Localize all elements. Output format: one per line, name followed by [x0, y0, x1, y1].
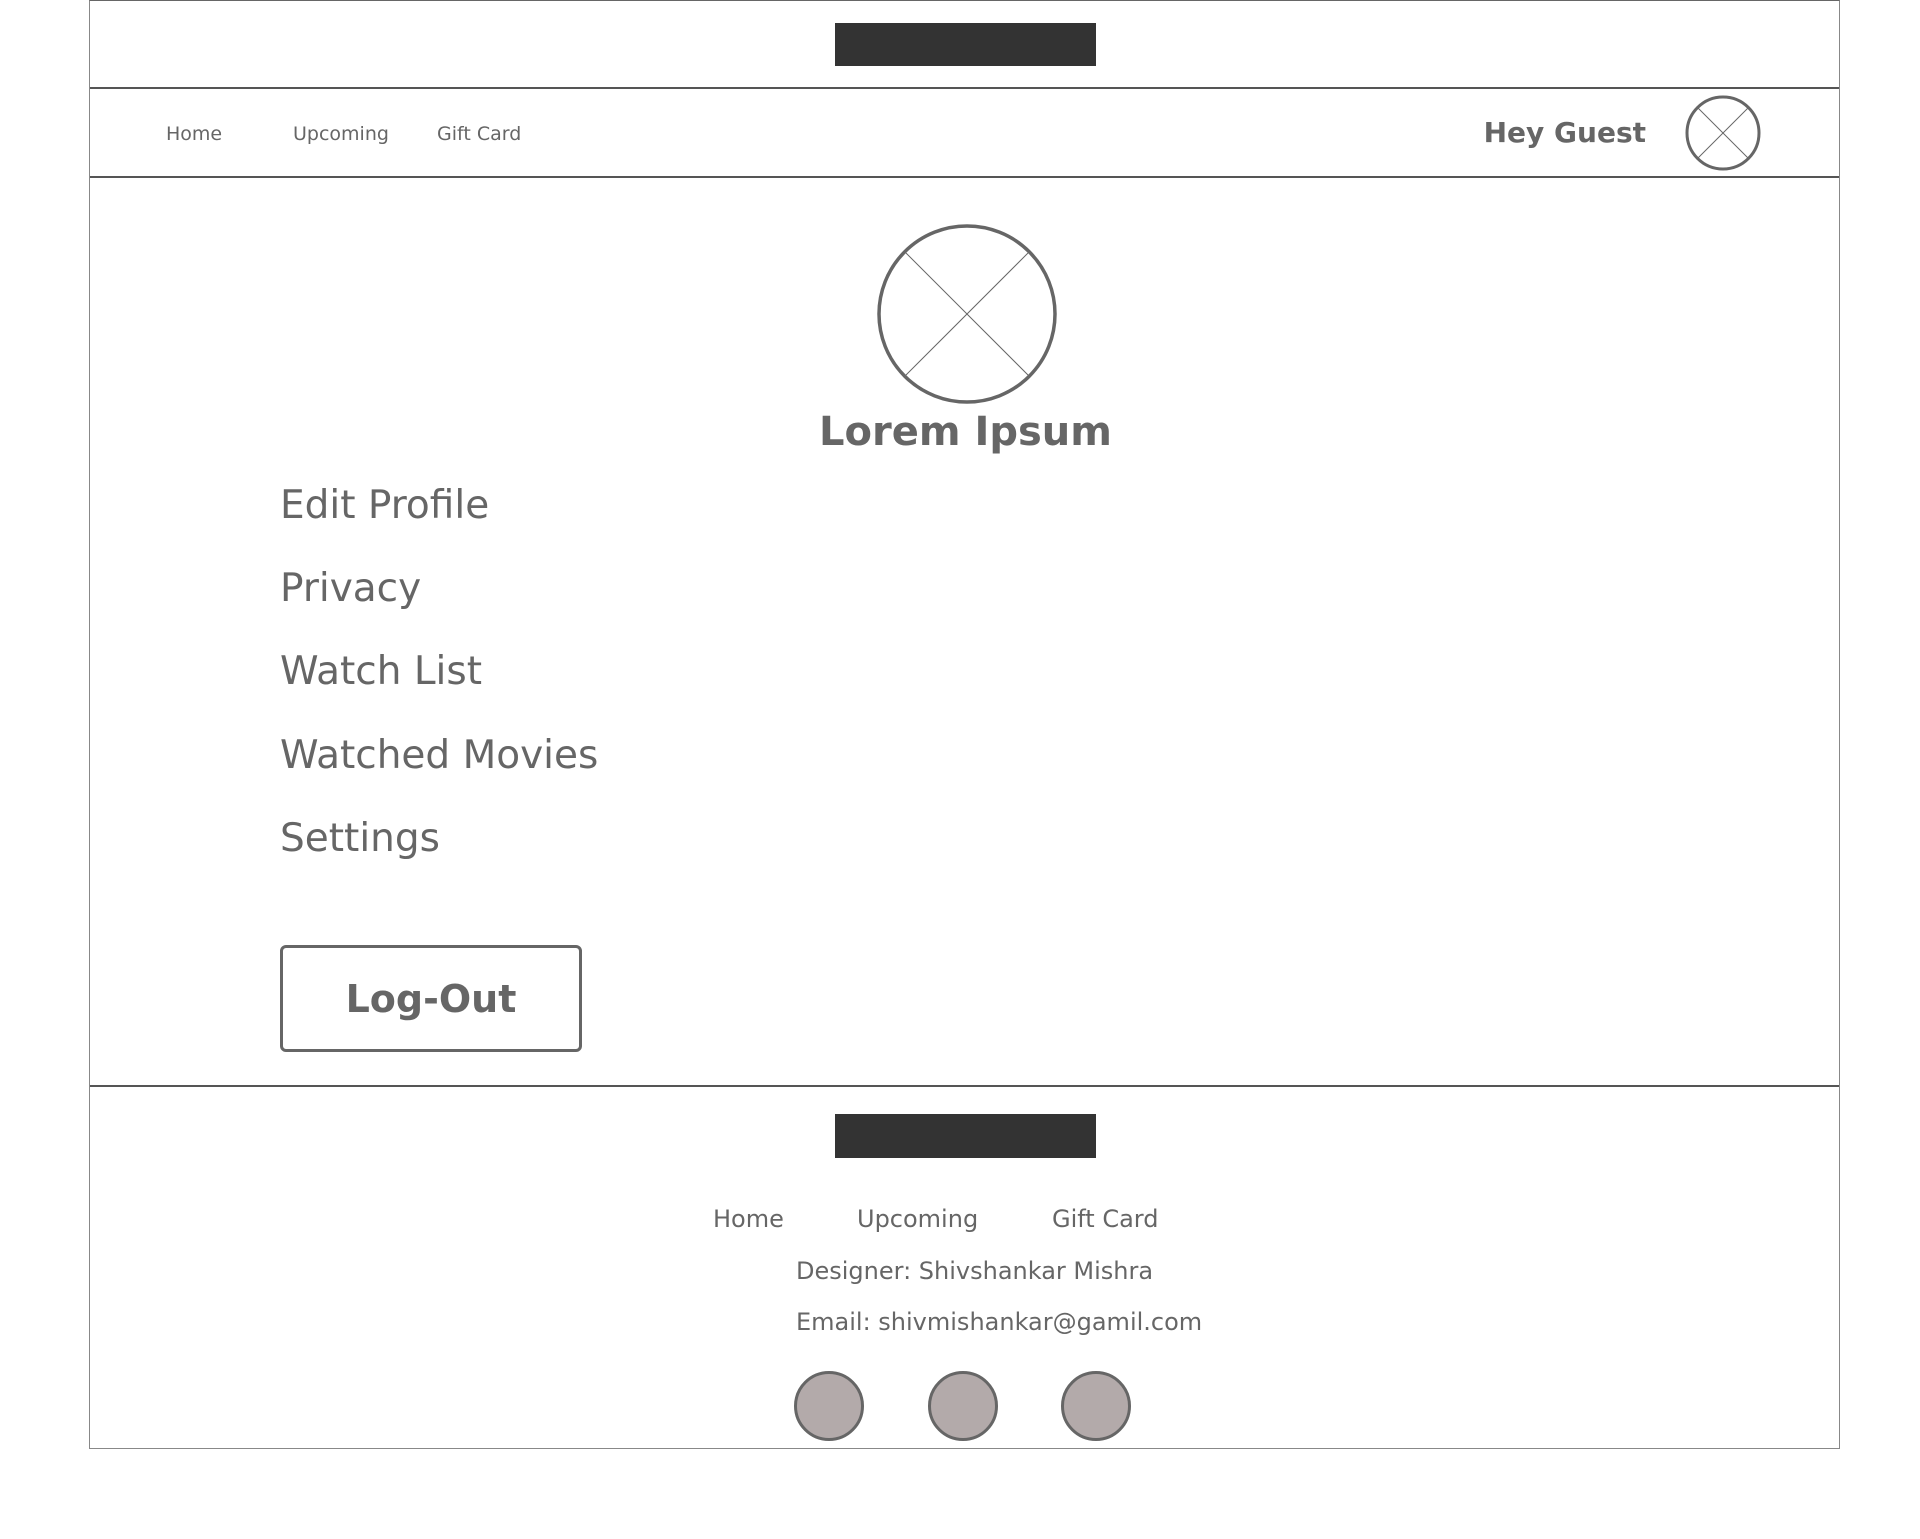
contact-email: Email: shivmishankar@gamil.com: [796, 1308, 1203, 1336]
social-icon-2[interactable]: [928, 1371, 998, 1441]
social-icon-1[interactable]: [794, 1371, 864, 1441]
user-avatar-icon[interactable]: [1685, 95, 1761, 171]
footer-link-home[interactable]: Home: [713, 1205, 784, 1233]
menu-item-watched-movies[interactable]: Watched Movies: [280, 733, 598, 778]
profile-avatar-icon: [877, 224, 1057, 404]
logo[interactable]: [835, 23, 1096, 66]
navbar: Home Upcoming Gift Card Hey Guest: [90, 89, 1839, 178]
footer-link-gift-card[interactable]: Gift Card: [1052, 1205, 1158, 1233]
nav-link-gift-card[interactable]: Gift Card: [437, 123, 521, 145]
nav-link-home[interactable]: Home: [166, 123, 222, 145]
menu-item-privacy[interactable]: Privacy: [280, 566, 421, 611]
social-icon-3[interactable]: [1061, 1371, 1131, 1441]
menu-item-settings[interactable]: Settings: [280, 816, 440, 861]
menu-item-edit-profile[interactable]: Edit Profile: [280, 483, 489, 528]
logout-button[interactable]: Log-Out: [280, 945, 582, 1052]
nav-link-upcoming[interactable]: Upcoming: [293, 123, 389, 145]
page-frame: Home Upcoming Gift Card Hey Guest Lorem …: [89, 0, 1840, 1449]
header: [90, 1, 1839, 89]
footer: Home Upcoming Gift Card Designer: Shivsh…: [90, 1085, 1839, 1450]
profile-name: Lorem Ipsum: [819, 409, 1112, 455]
designer-credit: Designer: Shivshankar Mishra: [796, 1257, 1154, 1285]
greeting: Hey Guest: [1483, 116, 1646, 149]
footer-logo[interactable]: [835, 1114, 1096, 1158]
footer-link-upcoming[interactable]: Upcoming: [857, 1205, 978, 1233]
menu-item-watch-list[interactable]: Watch List: [280, 649, 482, 694]
